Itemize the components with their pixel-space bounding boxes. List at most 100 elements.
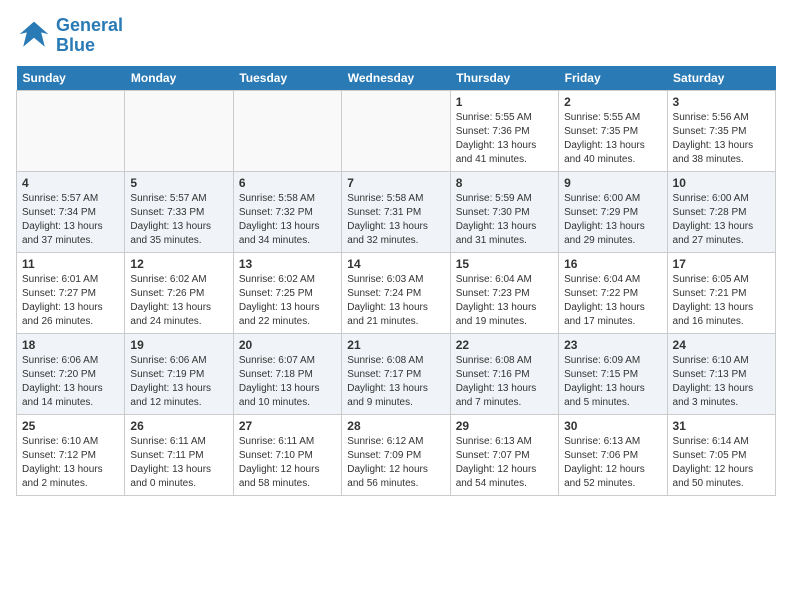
day-info: Sunrise: 5:57 AM Sunset: 7:33 PM Dayligh… xyxy=(130,192,227,248)
day-info: Sunrise: 5:59 AM Sunset: 7:30 PM Dayligh… xyxy=(456,192,553,248)
day-info: Sunrise: 5:58 AM Sunset: 7:32 PM Dayligh… xyxy=(239,192,336,248)
day-number: 20 xyxy=(239,338,336,352)
day-of-week-header: Wednesday xyxy=(342,66,450,91)
calendar-cell: 24 Sunrise: 6:10 AM Sunset: 7:13 PM Dayli… xyxy=(667,333,775,414)
calendar-body: 1 Sunrise: 5:55 AM Sunset: 7:36 PM Daylig… xyxy=(17,90,776,495)
day-of-week-header: Saturday xyxy=(667,66,775,91)
day-info: Sunrise: 6:12 AM Sunset: 7:09 PM Dayligh… xyxy=(347,435,444,491)
calendar-cell xyxy=(125,90,233,171)
calendar-week-row: 18 Sunrise: 6:06 AM Sunset: 7:20 PM Dayli… xyxy=(17,333,776,414)
day-of-week-header: Friday xyxy=(559,66,667,91)
calendar-week-row: 1 Sunrise: 5:55 AM Sunset: 7:36 PM Daylig… xyxy=(17,90,776,171)
day-number: 26 xyxy=(130,419,227,433)
calendar-cell: 17Sunrise: 6:05 AM Sunset: 7:21 PM Dayli… xyxy=(667,252,775,333)
day-info: Sunrise: 6:13 AM Sunset: 7:07 PM Dayligh… xyxy=(456,435,553,491)
calendar-cell: 11 Sunrise: 6:01 AM Sunset: 7:27 PM Dayli… xyxy=(17,252,125,333)
day-info: Sunrise: 5:57 AM Sunset: 7:34 PM Dayligh… xyxy=(22,192,119,248)
calendar-cell: 10 Sunrise: 6:00 AM Sunset: 7:28 PM Dayli… xyxy=(667,171,775,252)
day-number: 10 xyxy=(673,176,770,190)
day-number: 3 xyxy=(673,95,770,109)
calendar-cell: 29 Sunrise: 6:13 AM Sunset: 7:07 PM Dayli… xyxy=(450,414,558,495)
calendar-cell: 7Sunrise: 5:58 AM Sunset: 7:31 PM Daylig… xyxy=(342,171,450,252)
day-info: Sunrise: 5:56 AM Sunset: 7:35 PM Dayligh… xyxy=(673,111,770,167)
day-of-week-header: Thursday xyxy=(450,66,558,91)
calendar-cell: 12Sunrise: 6:02 AM Sunset: 7:26 PM Dayli… xyxy=(125,252,233,333)
day-number: 28 xyxy=(347,419,444,433)
calendar-cell: 2Sunrise: 5:55 AM Sunset: 7:35 PM Daylig… xyxy=(559,90,667,171)
day-number: 23 xyxy=(564,338,661,352)
day-number: 22 xyxy=(456,338,553,352)
calendar-cell xyxy=(233,90,341,171)
day-number: 1 xyxy=(456,95,553,109)
day-info: Sunrise: 5:55 AM Sunset: 7:36 PM Dayligh… xyxy=(456,111,553,167)
calendar-header-row: SundayMondayTuesdayWednesdayThursdayFrid… xyxy=(17,66,776,91)
day-info: Sunrise: 6:01 AM Sunset: 7:27 PM Dayligh… xyxy=(22,273,119,329)
day-number: 13 xyxy=(239,257,336,271)
calendar-cell: 14 Sunrise: 6:03 AM Sunset: 7:24 PM Dayli… xyxy=(342,252,450,333)
calendar-cell: 30 Sunrise: 6:13 AM Sunset: 7:06 PM Dayli… xyxy=(559,414,667,495)
calendar-cell: 5 Sunrise: 5:57 AM Sunset: 7:33 PM Daylig… xyxy=(125,171,233,252)
calendar-cell: 22 Sunrise: 6:08 AM Sunset: 7:16 PM Dayli… xyxy=(450,333,558,414)
day-number: 15 xyxy=(456,257,553,271)
calendar-cell: 3 Sunrise: 5:56 AM Sunset: 7:35 PM Daylig… xyxy=(667,90,775,171)
calendar-cell: 1 Sunrise: 5:55 AM Sunset: 7:36 PM Daylig… xyxy=(450,90,558,171)
calendar-cell: 20Sunrise: 6:07 AM Sunset: 7:18 PM Dayli… xyxy=(233,333,341,414)
calendar-cell: 23Sunrise: 6:09 AM Sunset: 7:15 PM Dayli… xyxy=(559,333,667,414)
day-info: Sunrise: 6:11 AM Sunset: 7:11 PM Dayligh… xyxy=(130,435,227,491)
day-number: 4 xyxy=(22,176,119,190)
logo-bird-icon xyxy=(16,18,52,54)
day-info: Sunrise: 6:08 AM Sunset: 7:16 PM Dayligh… xyxy=(456,354,553,410)
day-info: Sunrise: 6:08 AM Sunset: 7:17 PM Dayligh… xyxy=(347,354,444,410)
day-info: Sunrise: 6:14 AM Sunset: 7:05 PM Dayligh… xyxy=(673,435,770,491)
day-info: Sunrise: 5:58 AM Sunset: 7:31 PM Dayligh… xyxy=(347,192,444,248)
day-info: Sunrise: 6:06 AM Sunset: 7:20 PM Dayligh… xyxy=(22,354,119,410)
day-info: Sunrise: 6:00 AM Sunset: 7:29 PM Dayligh… xyxy=(564,192,661,248)
day-number: 21 xyxy=(347,338,444,352)
calendar-cell: 26 Sunrise: 6:11 AM Sunset: 7:11 PM Dayli… xyxy=(125,414,233,495)
calendar-week-row: 25 Sunrise: 6:10 AM Sunset: 7:12 PM Dayli… xyxy=(17,414,776,495)
calendar-cell xyxy=(17,90,125,171)
day-number: 17 xyxy=(673,257,770,271)
calendar-cell: 16Sunrise: 6:04 AM Sunset: 7:22 PM Dayli… xyxy=(559,252,667,333)
day-number: 19 xyxy=(130,338,227,352)
day-number: 8 xyxy=(456,176,553,190)
day-info: Sunrise: 6:10 AM Sunset: 7:12 PM Dayligh… xyxy=(22,435,119,491)
calendar-week-row: 4 Sunrise: 5:57 AM Sunset: 7:34 PM Daylig… xyxy=(17,171,776,252)
calendar-cell: 28 Sunrise: 6:12 AM Sunset: 7:09 PM Dayli… xyxy=(342,414,450,495)
calendar-header: SundayMondayTuesdayWednesdayThursdayFrid… xyxy=(17,66,776,91)
day-number: 6 xyxy=(239,176,336,190)
calendar-cell: 25 Sunrise: 6:10 AM Sunset: 7:12 PM Dayli… xyxy=(17,414,125,495)
calendar-cell: 9 Sunrise: 6:00 AM Sunset: 7:29 PM Daylig… xyxy=(559,171,667,252)
day-number: 30 xyxy=(564,419,661,433)
day-number: 5 xyxy=(130,176,227,190)
day-info: Sunrise: 6:02 AM Sunset: 7:25 PM Dayligh… xyxy=(239,273,336,329)
day-info: Sunrise: 6:03 AM Sunset: 7:24 PM Dayligh… xyxy=(347,273,444,329)
day-number: 9 xyxy=(564,176,661,190)
day-info: Sunrise: 6:11 AM Sunset: 7:10 PM Dayligh… xyxy=(239,435,336,491)
logo: General Blue xyxy=(16,16,123,56)
day-number: 2 xyxy=(564,95,661,109)
calendar-cell: 18 Sunrise: 6:06 AM Sunset: 7:20 PM Dayli… xyxy=(17,333,125,414)
day-info: Sunrise: 6:10 AM Sunset: 7:13 PM Dayligh… xyxy=(673,354,770,410)
calendar-cell: 13 Sunrise: 6:02 AM Sunset: 7:25 PM Dayli… xyxy=(233,252,341,333)
day-number: 31 xyxy=(673,419,770,433)
calendar-week-row: 11 Sunrise: 6:01 AM Sunset: 7:27 PM Dayli… xyxy=(17,252,776,333)
calendar-cell: 8 Sunrise: 5:59 AM Sunset: 7:30 PM Daylig… xyxy=(450,171,558,252)
day-info: Sunrise: 6:06 AM Sunset: 7:19 PM Dayligh… xyxy=(130,354,227,410)
day-of-week-header: Monday xyxy=(125,66,233,91)
day-number: 29 xyxy=(456,419,553,433)
calendar-cell: 27Sunrise: 6:11 AM Sunset: 7:10 PM Dayli… xyxy=(233,414,341,495)
day-number: 14 xyxy=(347,257,444,271)
day-info: Sunrise: 6:04 AM Sunset: 7:22 PM Dayligh… xyxy=(564,273,661,329)
logo-text: General Blue xyxy=(56,16,123,56)
day-number: 18 xyxy=(22,338,119,352)
page-header: General Blue xyxy=(16,16,776,56)
day-info: Sunrise: 6:13 AM Sunset: 7:06 PM Dayligh… xyxy=(564,435,661,491)
day-info: Sunrise: 6:00 AM Sunset: 7:28 PM Dayligh… xyxy=(673,192,770,248)
day-number: 24 xyxy=(673,338,770,352)
calendar-cell: 15Sunrise: 6:04 AM Sunset: 7:23 PM Dayli… xyxy=(450,252,558,333)
day-number: 25 xyxy=(22,419,119,433)
day-of-week-header: Sunday xyxy=(17,66,125,91)
calendar-cell: 6 Sunrise: 5:58 AM Sunset: 7:32 PM Daylig… xyxy=(233,171,341,252)
day-number: 11 xyxy=(22,257,119,271)
